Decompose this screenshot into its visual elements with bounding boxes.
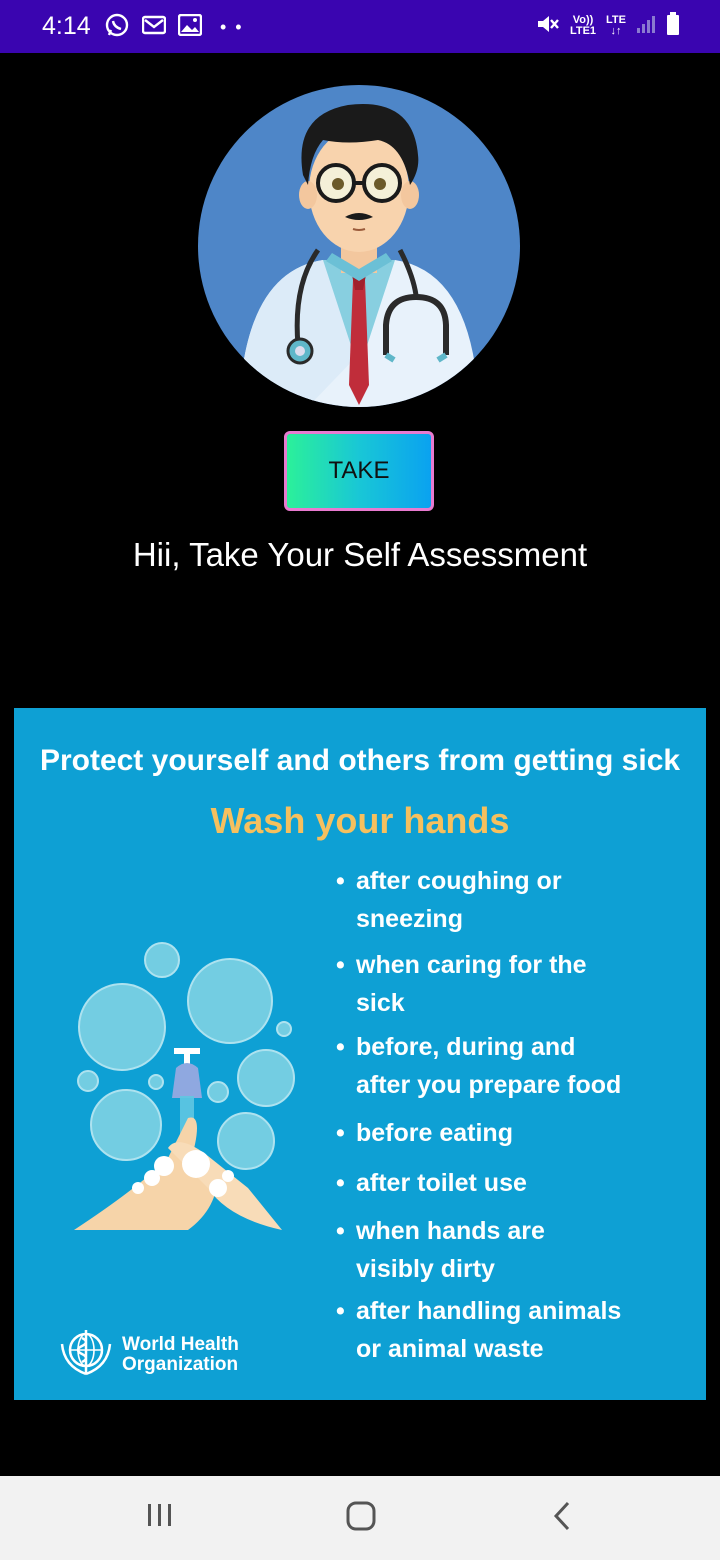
gallery-icon — [177, 13, 203, 41]
back-icon[interactable] — [550, 1500, 574, 1537]
battery-icon — [666, 11, 680, 41]
who-name-line1: World Health — [122, 1333, 239, 1355]
status-time: 4:14 — [42, 12, 91, 40]
poster-headline: Protect yourself and others from getting… — [39, 744, 681, 777]
hand-washing-poster: Protect yourself and others from getting… — [14, 708, 706, 1400]
gmail-icon — [141, 15, 167, 40]
more-notifications-dots: • • — [220, 16, 244, 37]
status-bar: 4:14 • • Vo)) LTE1 LTE ↓↑ — [0, 0, 720, 53]
whatsapp-icon — [104, 12, 130, 43]
volte-indicator: Vo)) LTE1 — [569, 14, 597, 37]
signal-icon — [636, 14, 656, 39]
who-logo: World Health Organization — [56, 1324, 239, 1385]
tip-item: after coughing orsneezing — [336, 862, 686, 938]
tip-item: after handling animalsor animal waste — [336, 1292, 686, 1368]
tip-item: when caring for thesick — [336, 946, 686, 1022]
notification-icons: • • — [104, 12, 244, 43]
mute-icon — [536, 13, 560, 40]
take-button-label: TAKE — [328, 457, 390, 484]
lte-indicator: LTE ↓↑ — [606, 14, 626, 37]
assessment-prompt: Hii, Take Your Self Assessment — [132, 536, 588, 573]
handwashing-illustration — [68, 938, 308, 1238]
navigation-bar — [0, 1476, 720, 1560]
tip-item: before, during andafter you prepare food — [336, 1028, 686, 1104]
who-emblem-icon — [56, 1324, 116, 1385]
recent-apps-icon[interactable] — [146, 1500, 174, 1535]
who-name-line2: Organization — [122, 1353, 239, 1375]
tip-item: when hands arevisibly dirty — [336, 1212, 686, 1288]
take-assessment-button[interactable]: TAKE — [284, 431, 434, 511]
home-icon[interactable] — [345, 1500, 377, 1537]
tip-item: before eating — [336, 1114, 686, 1152]
doctor-avatar — [198, 85, 520, 407]
system-icons: Vo)) LTE1 LTE ↓↑ — [536, 11, 680, 41]
tip-item: after toilet use — [336, 1164, 686, 1202]
poster-subtitle: Wash your hands — [210, 800, 510, 841]
